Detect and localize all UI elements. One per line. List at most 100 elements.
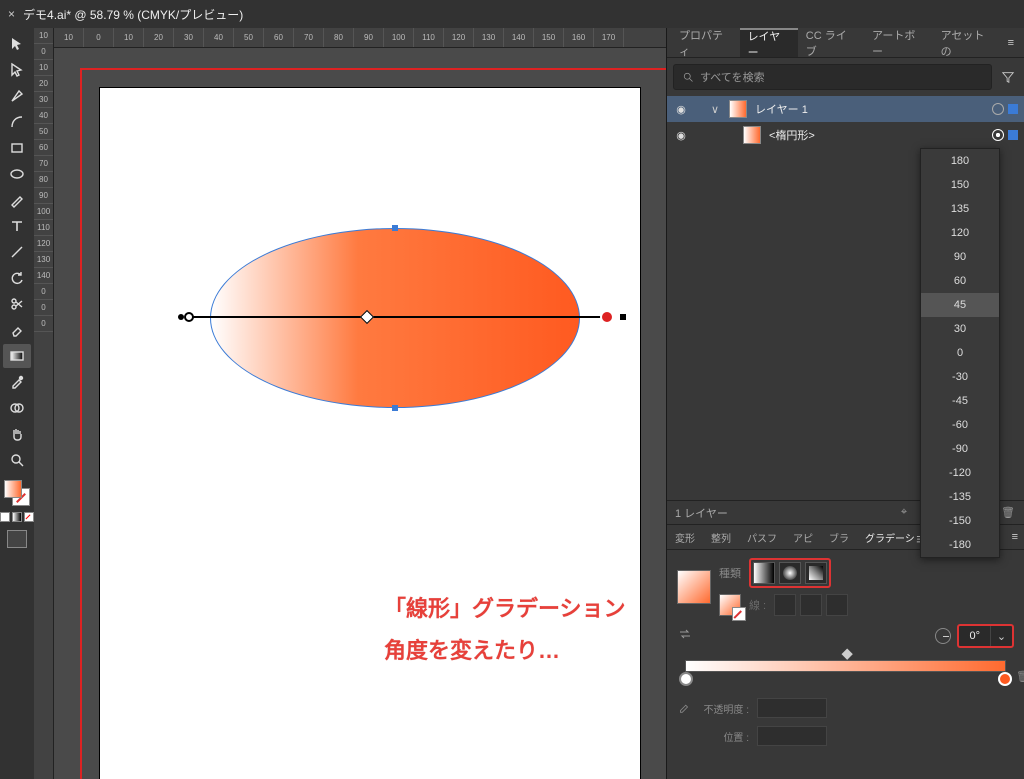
angle-option[interactable]: -90 — [921, 437, 999, 461]
gradient-midpoint-diamond[interactable] — [841, 649, 852, 660]
screen-mode-button[interactable] — [7, 530, 27, 548]
location-dropdown[interactable] — [757, 726, 827, 746]
layer-row-1[interactable]: ◉ ∨ レイヤー 1 — [667, 96, 1024, 122]
layer-name[interactable]: レイヤー 1 — [751, 101, 988, 117]
tab-transform[interactable]: 変形 — [667, 525, 703, 549]
angle-input[interactable]: 0° ⌄ — [957, 624, 1014, 648]
scissors-tool[interactable] — [3, 292, 31, 316]
angle-option[interactable]: 60 — [921, 269, 999, 293]
shape-builder-tool[interactable] — [3, 396, 31, 420]
artboard[interactable]: 「線形」グラデーション 角度を変えたり… — [100, 88, 640, 779]
tab-appearance[interactable]: アピ — [785, 525, 821, 549]
visibility-toggle[interactable]: ◉ — [673, 129, 689, 142]
gradient-preview-swatch[interactable] — [677, 570, 711, 604]
type-tool[interactable] — [3, 214, 31, 238]
angle-option[interactable]: 120 — [921, 221, 999, 245]
delete-stop-icon[interactable]: 🗑 — [1016, 670, 1024, 684]
paintbrush-tool[interactable] — [3, 188, 31, 212]
angle-option[interactable]: -180 — [921, 533, 999, 557]
angle-option[interactable]: -30 — [921, 365, 999, 389]
layer-name[interactable]: <楕円形> — [765, 127, 988, 143]
gradient-stop-end[interactable] — [998, 672, 1012, 686]
fill-stroke-control[interactable] — [4, 480, 30, 506]
gradient-start-stop[interactable] — [184, 312, 194, 322]
angle-option[interactable]: -60 — [921, 413, 999, 437]
selection-indicator[interactable] — [1008, 104, 1018, 114]
tab-pathfinder[interactable]: パスフ — [739, 525, 785, 549]
disclosure-arrow[interactable]: ∨ — [711, 103, 725, 116]
linear-gradient-button[interactable] — [753, 562, 775, 584]
radial-gradient-button[interactable] — [779, 562, 801, 584]
angle-option[interactable]: -45 — [921, 389, 999, 413]
delete-layer-icon[interactable]: 🗑 — [1000, 505, 1016, 521]
title-bar: × デモ4.ai* @ 58.79 % (CMYK/プレビュー) — [0, 0, 1024, 28]
locate-object-icon[interactable]: ⌖ — [896, 505, 912, 521]
gradient-mode[interactable] — [12, 512, 22, 522]
target-icon[interactable] — [992, 103, 1004, 115]
angle-option[interactable]: 30 — [921, 317, 999, 341]
angle-option[interactable]: -150 — [921, 509, 999, 533]
tab-align[interactable]: 整列 — [703, 525, 739, 549]
fill-stroke-mini[interactable] — [719, 594, 741, 616]
anchor-bottom[interactable] — [392, 405, 398, 411]
gradient-tool[interactable] — [3, 344, 31, 368]
rotate-tool[interactable] — [3, 266, 31, 290]
gradient-panel-menu-icon[interactable]: ≡ — [1006, 531, 1024, 543]
angle-option[interactable]: 0 — [921, 341, 999, 365]
tab-artboards[interactable]: アートボー — [864, 28, 933, 57]
eyedropper-tool[interactable] — [3, 370, 31, 394]
ellipse-tool[interactable] — [3, 162, 31, 186]
angle-option[interactable]: 45 — [921, 293, 999, 317]
direct-selection-tool[interactable] — [3, 58, 31, 82]
stroke-within-button[interactable] — [774, 594, 796, 616]
angle-option[interactable]: 90 — [921, 245, 999, 269]
rectangle-tool[interactable] — [3, 136, 31, 160]
ellipse-object[interactable] — [210, 228, 580, 408]
filter-icon[interactable] — [998, 67, 1018, 87]
pen-tool[interactable] — [3, 84, 31, 108]
gradient-stop-start[interactable] — [679, 672, 693, 686]
solid-color-mode[interactable] — [0, 512, 10, 522]
line-tool[interactable] — [3, 240, 31, 264]
stroke-along-button[interactable] — [800, 594, 822, 616]
tab-properties[interactable]: プロパティ — [671, 28, 740, 57]
stroke-across-button[interactable] — [826, 594, 848, 616]
reverse-gradient-icon[interactable] — [677, 626, 697, 646]
gradient-ramp[interactable] — [685, 660, 1006, 672]
tab-asset-export[interactable]: アセットの — [933, 28, 1002, 57]
eraser-tool[interactable] — [3, 318, 31, 342]
angle-option[interactable]: 180 — [921, 149, 999, 173]
panel-menu-icon[interactable]: ≡ — [1002, 37, 1020, 49]
tab-cc-libraries[interactable]: CC ライブ — [798, 28, 864, 57]
gradient-end-stop[interactable] — [600, 310, 614, 324]
selection-indicator[interactable] — [1008, 130, 1018, 140]
gradient-end-handle[interactable] — [620, 314, 626, 320]
angle-option[interactable]: 135 — [921, 197, 999, 221]
hand-tool[interactable] — [3, 422, 31, 446]
opacity-dropdown[interactable] — [757, 698, 827, 718]
stop-color-picker-icon[interactable] — [677, 700, 693, 716]
tab-brushes[interactable]: ブラ — [821, 525, 857, 549]
visibility-toggle[interactable]: ◉ — [673, 103, 689, 116]
gradient-slider[interactable]: 🗑 — [679, 660, 1012, 690]
canvas[interactable]: 「線形」グラデーション 角度を変えたり… — [54, 48, 666, 779]
angle-dropdown-menu[interactable]: 180 150 135 120 90 60 45 30 0 -30 -45 -6… — [920, 148, 1000, 558]
angle-option[interactable]: 150 — [921, 173, 999, 197]
angle-dropdown-toggle[interactable]: ⌄ — [990, 626, 1012, 646]
layer-row-2[interactable]: ◉ <楕円形> — [667, 122, 1024, 148]
anchor-top[interactable] — [392, 225, 398, 231]
layer-search-input[interactable]: すべてを検索 — [673, 64, 992, 90]
angle-option[interactable]: -135 — [921, 485, 999, 509]
selection-tool[interactable] — [3, 32, 31, 56]
none-mode[interactable] — [24, 512, 34, 522]
gradient-annotator-line[interactable] — [188, 316, 608, 318]
zoom-tool[interactable] — [3, 448, 31, 472]
curvature-tool[interactable] — [3, 110, 31, 134]
tab-layers[interactable]: レイヤー — [740, 28, 798, 57]
stroke-gradient-buttons — [774, 594, 848, 616]
target-icon[interactable] — [992, 129, 1004, 141]
freeform-gradient-button[interactable] — [805, 562, 827, 584]
close-tab-icon[interactable]: × — [8, 7, 15, 21]
angle-option[interactable]: -120 — [921, 461, 999, 485]
fill-swatch[interactable] — [4, 480, 22, 498]
